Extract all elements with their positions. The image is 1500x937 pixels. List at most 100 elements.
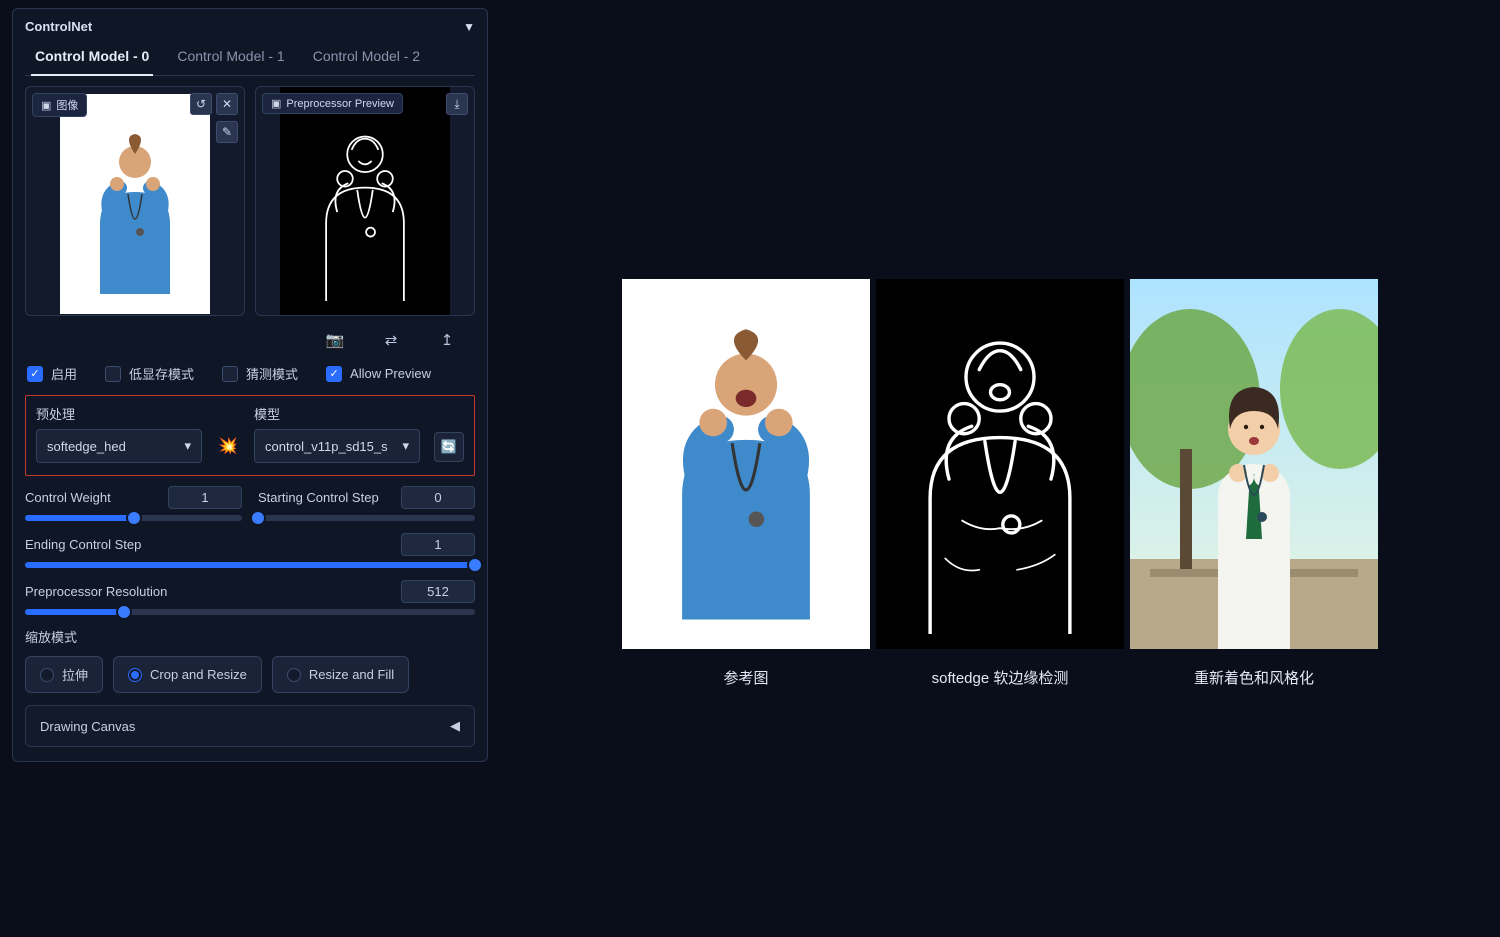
radio-icon — [40, 668, 54, 682]
close-icon[interactable]: ✕ — [216, 93, 238, 115]
preprocessor-select[interactable]: softedge_hed ▾ — [36, 429, 202, 463]
refresh-models-button[interactable]: 🔄 — [434, 432, 464, 462]
enable-label: 启用 — [51, 364, 77, 383]
start-step-slider: Starting Control Step 0 — [258, 486, 475, 521]
check-icon: ✓ — [27, 366, 43, 382]
end-step-slider: Ending Control Step 1 — [25, 533, 475, 568]
undo-icon[interactable]: ↺ — [190, 93, 212, 115]
preprocessor-label: 预处理 — [36, 404, 202, 423]
results-area: 参考图 — [500, 0, 1500, 937]
drawing-canvas-label: Drawing Canvas — [40, 719, 135, 734]
model-tabs: Control Model - 0 Control Model - 1 Cont… — [25, 42, 475, 76]
image-icon: ▣ — [41, 99, 51, 112]
result-softedge: softedge 软边缘检测 — [876, 279, 1124, 688]
enable-checkbox[interactable]: ✓ 启用 — [27, 364, 77, 383]
check-icon: ✓ — [326, 366, 342, 382]
input-image-badge: ▣ 图像 — [32, 93, 87, 117]
scale-mode-label: 缩放模式 — [25, 627, 475, 646]
options-row: ✓ 启用 低显存模式 猜测模式 ✓ Allow Preview — [25, 360, 475, 395]
input-image-placeholder — [60, 94, 210, 314]
scale-stretch-radio[interactable]: 拉伸 — [25, 656, 103, 693]
end-step-label: Ending Control Step — [25, 537, 141, 552]
allow-preview-label: Allow Preview — [350, 366, 431, 381]
preprocessor-preview-card[interactable]: ▣ Preprocessor Preview ⤓ — [255, 86, 475, 316]
preproc-card-label: Preprocessor Preview — [286, 98, 394, 110]
start-step-track[interactable] — [258, 515, 475, 521]
drawing-canvas-toggle[interactable]: Drawing Canvas ◀ — [25, 705, 475, 747]
start-step-label: Starting Control Step — [258, 490, 379, 505]
lowvram-checkbox[interactable]: 低显存模式 — [105, 364, 194, 383]
tab-model-1[interactable]: Control Model - 1 — [173, 42, 288, 75]
control-weight-label: Control Weight — [25, 490, 111, 505]
preproc-image-surface — [256, 87, 474, 315]
preproc-badge: ▣ Preprocessor Preview — [262, 93, 403, 114]
input-image-card[interactable]: ▣ 图像 ↺ ✕ ✎ — [25, 86, 245, 316]
preproc-res-track[interactable] — [25, 609, 475, 615]
radio-icon — [287, 668, 301, 682]
send-up-icon[interactable]: ↥ — [437, 330, 457, 350]
controlnet-section: ControlNet ▼ Control Model - 0 Control M… — [12, 8, 488, 762]
stylized-caption: 重新着色和风格化 — [1194, 667, 1314, 688]
controlnet-header[interactable]: ControlNet ▼ — [25, 17, 475, 38]
preprocessor-field: 预处理 softedge_hed ▾ — [36, 404, 202, 463]
preproc-image-placeholder — [280, 86, 450, 316]
end-step-track[interactable] — [25, 562, 475, 568]
scale-fill-label: Resize and Fill — [309, 667, 394, 682]
start-step-value[interactable]: 0 — [401, 486, 475, 509]
tab-model-0[interactable]: Control Model - 0 — [31, 42, 153, 76]
scale-mode-radios: 拉伸 Crop and Resize Resize and Fill — [25, 656, 475, 693]
input-image-label: 图像 — [56, 97, 78, 113]
input-image-surface — [26, 87, 244, 315]
scale-stretch-label: 拉伸 — [62, 665, 88, 684]
scale-crop-radio[interactable]: Crop and Resize — [113, 656, 262, 693]
model-label: 模型 — [254, 404, 420, 423]
guess-label: 猜测模式 — [246, 364, 298, 383]
preproc-res-label: Preprocessor Resolution — [25, 584, 167, 599]
control-weight-slider: Control Weight 1 — [25, 486, 242, 521]
explosion-icon[interactable]: 💥 — [216, 436, 240, 463]
preproc-actions: ⤓ — [446, 93, 468, 115]
image-icon: ▣ — [271, 97, 281, 110]
softedge-image — [876, 279, 1124, 649]
chevron-down-icon: ▾ — [402, 438, 409, 454]
camera-icon[interactable]: 📷 — [325, 330, 345, 350]
model-select[interactable]: control_v11p_sd15_s ▾ — [254, 429, 420, 463]
scale-crop-label: Crop and Resize — [150, 667, 247, 682]
reference-image — [622, 279, 870, 649]
end-step-value[interactable]: 1 — [401, 533, 475, 556]
chevron-down-icon: ▾ — [184, 438, 191, 454]
stylized-image — [1130, 279, 1378, 649]
preproc-res-slider: Preprocessor Resolution 512 — [25, 580, 475, 615]
mini-toolbar: 📷 ⇄ ↥ — [25, 322, 475, 360]
preproc-model-group: 预处理 softedge_hed ▾ 💥 模型 control_v11p_sd1… — [25, 395, 475, 476]
download-icon[interactable]: ⤓ — [446, 93, 468, 115]
edit-icon[interactable]: ✎ — [216, 121, 238, 143]
input-image-actions-2: ✎ — [216, 121, 238, 143]
result-stylized: 重新着色和风格化 — [1130, 279, 1378, 688]
reference-caption: 参考图 — [723, 667, 768, 688]
results-row: 参考图 — [622, 279, 1378, 688]
model-field: 模型 control_v11p_sd15_s ▾ — [254, 404, 420, 463]
control-weight-value[interactable]: 1 — [168, 486, 242, 509]
result-reference: 参考图 — [622, 279, 870, 688]
model-value: control_v11p_sd15_s — [265, 439, 388, 454]
controlnet-title: ControlNet — [25, 19, 92, 34]
controlnet-panel: ControlNet ▼ Control Model - 0 Control M… — [0, 0, 500, 937]
tab-model-2[interactable]: Control Model - 2 — [309, 42, 424, 75]
allow-preview-checkbox[interactable]: ✓ Allow Preview — [326, 366, 431, 382]
lowvram-label: 低显存模式 — [129, 364, 194, 383]
scale-fill-radio[interactable]: Resize and Fill — [272, 656, 409, 693]
preview-row: ▣ 图像 ↺ ✕ ✎ — [25, 86, 475, 316]
check-icon — [222, 366, 238, 382]
collapse-icon: ▼ — [463, 20, 475, 34]
check-icon — [105, 366, 121, 382]
softedge-caption: softedge 软边缘检测 — [932, 667, 1069, 688]
guess-checkbox[interactable]: 猜测模式 — [222, 364, 298, 383]
chevron-left-icon: ◀ — [450, 718, 460, 734]
refresh-icon: 🔄 — [441, 439, 457, 455]
input-image-actions: ↺ ✕ — [190, 93, 238, 115]
control-weight-track[interactable] — [25, 515, 242, 521]
radio-icon — [128, 668, 142, 682]
swap-icon[interactable]: ⇄ — [381, 330, 401, 350]
preproc-res-value[interactable]: 512 — [401, 580, 475, 603]
